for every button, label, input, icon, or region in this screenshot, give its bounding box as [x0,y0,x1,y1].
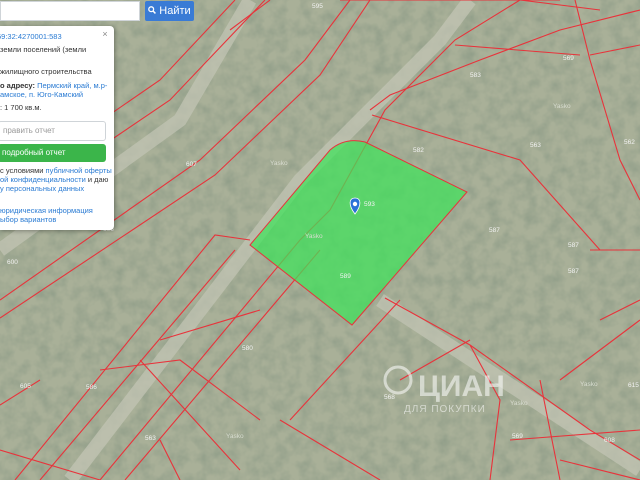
parcel-number-label: 593 [364,201,375,208]
terms-line-2: ой конфиденциальности и даю [0,175,108,184]
search-button-label: Найти [159,5,191,17]
options-link[interactable]: ыбор вариантов [0,215,56,224]
parcel-number-label: 569 [563,55,574,62]
cadastral-number-link[interactable]: 59:32:4270001:583 [0,32,62,41]
address-line-1[interactable]: Пермский край, м.р- [37,81,107,90]
legal-info-link[interactable]: юридическая информация [0,206,93,215]
parcel-number-label: 605 [20,383,31,390]
parcel-number-label: 589 [340,273,351,280]
address-line-2[interactable]: амское, п. Юго-Камский [0,90,83,99]
parcel-number-label: 587 [568,242,579,249]
parcel-number-label: 583 [470,72,481,79]
place-name-label: Yasko [305,233,323,240]
watermark-subtext: ДЛЯ ПОКУПКИ [404,404,486,415]
parcel-number-label: 568 [384,394,395,401]
area-text: : 1 700 кв.м. [0,103,42,112]
place-name-label: Yasko [270,160,288,167]
public-offer-link[interactable]: публичной оферты [46,166,112,175]
parcel-number-label: 569 [512,433,523,440]
close-icon[interactable]: × [100,29,110,39]
parcel-number-label: 563 [530,142,541,149]
search-icon [148,5,157,17]
category-line-1: земли поселений (земли [0,45,87,54]
parcel-number-label: 615 [628,382,639,389]
category-line-2: жилищного строительства [0,67,92,76]
place-name-label: Yasko [553,103,571,110]
terms-text-2: и даю [85,175,109,184]
place-name-label: Yasko [580,381,598,388]
parcel-info-panel: × 59:32:4270001:583 земли поселений (зем… [0,26,114,230]
parcel-number-label: 562 [624,139,635,146]
place-name-label: Yasko [226,433,244,440]
terms-line-1: с условиями публичной оферты [0,166,112,175]
terms-text-1: с условиями [0,166,46,175]
place-name-label: Yasko [510,400,528,407]
parcel-number-label: 580 [242,345,253,352]
parcel-number-label: 607 [186,161,197,168]
address-row: о адресу: Пермский край, м.р- [0,81,107,90]
parcel-number-label: 587 [489,227,500,234]
parcel-number-label: 608 [604,437,615,444]
parcel-number-label: 587 [568,268,579,275]
parcel-number-label: 586 [86,384,97,391]
watermark-text: ЦИАН [418,370,505,403]
report-email-input[interactable]: править отчет [0,121,106,141]
search-button[interactable]: Найти [145,1,194,21]
address-label: о адресу: [0,81,35,90]
privacy-policy-link[interactable]: ой конфиденциальности [0,175,86,184]
personal-data-link[interactable]: у персональных данных [0,184,84,193]
parcel-number-label: 582 [413,147,424,154]
detailed-report-button[interactable]: подробный отчет [0,144,106,162]
parcel-number-label: 600 [7,259,18,266]
parcel-number-label: 563 [145,435,156,442]
parcel-number-label: 595 [312,3,323,10]
search-input[interactable] [0,1,140,21]
